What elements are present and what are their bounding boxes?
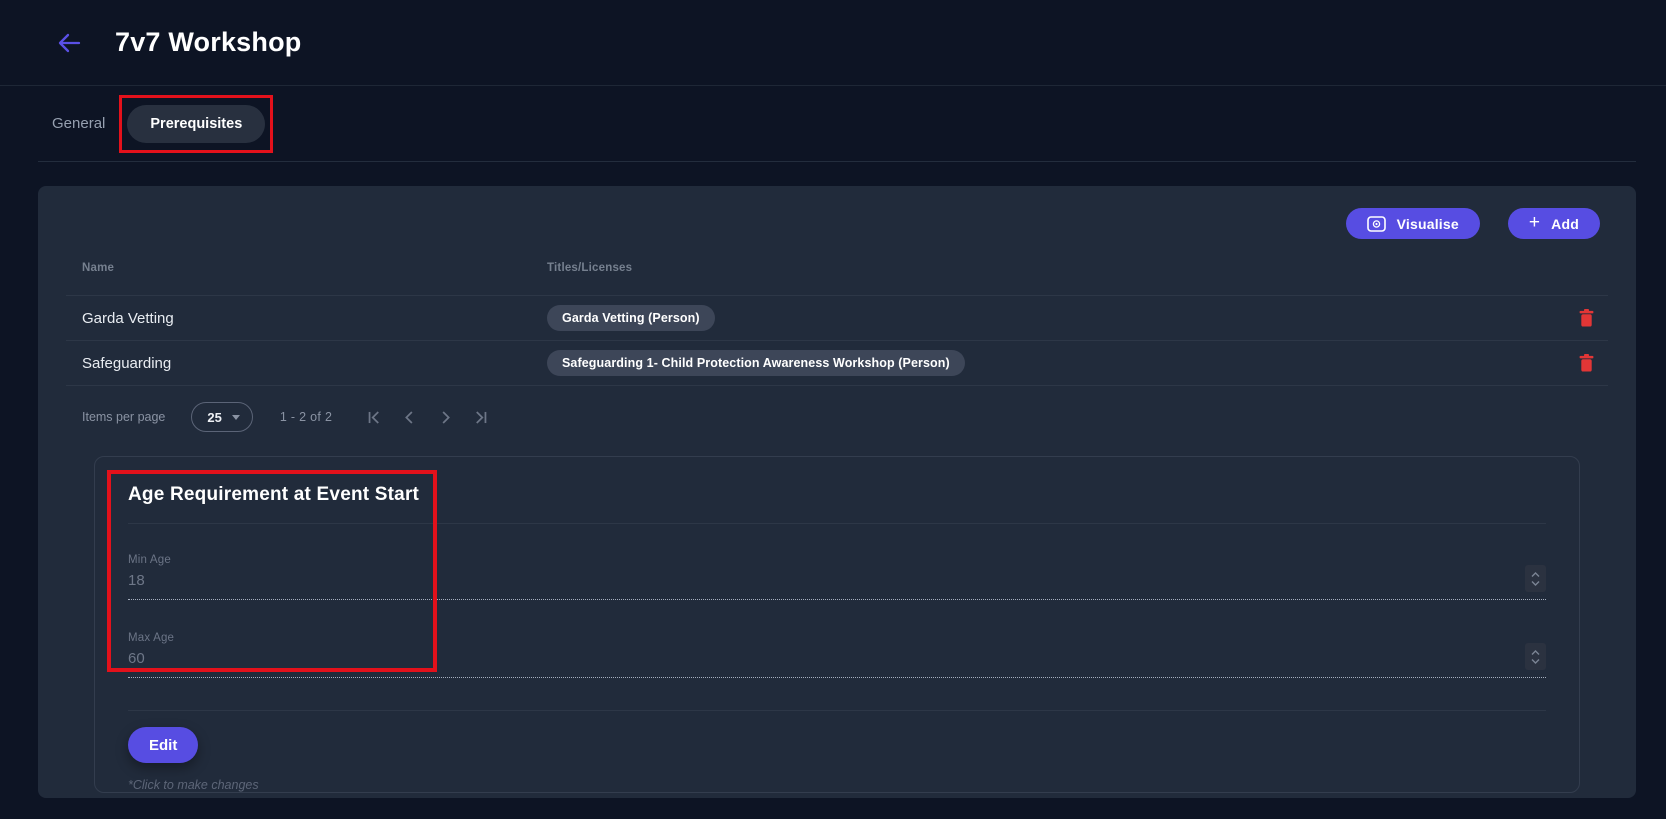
last-page-button[interactable] [468,404,494,430]
back-arrow-icon[interactable] [57,32,83,54]
paginator: Items per page 25 1 - 2 of 2 [66,386,1608,448]
column-header-name: Name [82,262,547,274]
row-name: Safeguarding [82,355,547,372]
trash-icon [1579,309,1594,327]
age-section-title: Age Requirement at Event Start [128,457,1546,523]
max-age-label: Max Age [128,632,1546,644]
tabbar: General Prerequisites [0,86,1666,161]
caret-down-icon [232,415,240,420]
visualise-button[interactable]: Visualise [1346,208,1480,239]
prerequisites-table: Name Titles/Licenses Garda Vetting Garda… [66,241,1608,793]
number-stepper-icon[interactable] [1525,643,1546,670]
max-age-field: Max Age [128,632,1546,678]
license-chip: Garda Vetting (Person) [547,305,715,331]
delete-row-button[interactable] [1564,309,1608,327]
page-size-select[interactable]: 25 [191,402,252,432]
min-age-input[interactable] [128,566,1546,600]
license-chip: Safeguarding 1- Child Protection Awarene… [547,350,965,376]
age-requirement-section: Age Requirement at Event Start Min Age M… [94,456,1580,793]
section-divider [128,523,1546,524]
page-navigation [360,404,494,430]
tabbar-divider [38,161,1636,162]
first-page-button[interactable] [360,404,386,430]
delete-row-button[interactable] [1564,354,1608,372]
min-age-field: Min Age [128,554,1546,600]
max-age-input[interactable] [128,644,1546,678]
add-label: Add [1551,216,1579,232]
min-age-label: Min Age [128,554,1546,566]
row-titles-cell: Garda Vetting (Person) [547,305,1564,331]
page-title: 7v7 Workshop [115,27,301,58]
trash-icon [1579,354,1594,372]
app-header: 7v7 Workshop [0,0,1666,86]
plus-icon: + [1529,213,1540,232]
column-header-titles-licenses: Titles/Licenses [547,262,1564,274]
table-row: Garda Vetting Garda Vetting (Person) [66,296,1608,340]
section-divider [128,710,1546,711]
tab-prerequisites[interactable]: Prerequisites [127,105,265,143]
tab-prerequisites-wrap: Prerequisites [127,105,265,143]
row-name: Garda Vetting [82,310,547,327]
edit-button[interactable]: Edit [128,727,198,763]
row-titles-cell: Safeguarding 1- Child Protection Awarene… [547,350,1564,376]
visualise-label: Visualise [1397,216,1459,232]
page-range-label: 1 - 2 of 2 [280,410,332,424]
edit-hint-text: *Click to make changes [128,778,1546,792]
next-page-button[interactable] [432,404,458,430]
tab-general[interactable]: General [52,115,105,132]
visualise-eye-icon [1367,216,1386,232]
page: 7v7 Workshop General Prerequisites Visua… [0,0,1666,819]
page-size-value: 25 [207,410,221,425]
prerequisites-card: Visualise + Add Name Titles/Licenses Gar… [38,186,1636,798]
table-header-row: Name Titles/Licenses [66,241,1608,295]
items-per-page-label: Items per page [82,410,165,424]
add-button[interactable]: + Add [1508,208,1600,239]
previous-page-button[interactable] [396,404,422,430]
number-stepper-icon[interactable] [1525,565,1546,592]
toolbar: Visualise + Add [38,186,1636,239]
table-row: Safeguarding Safeguarding 1- Child Prote… [66,341,1608,385]
